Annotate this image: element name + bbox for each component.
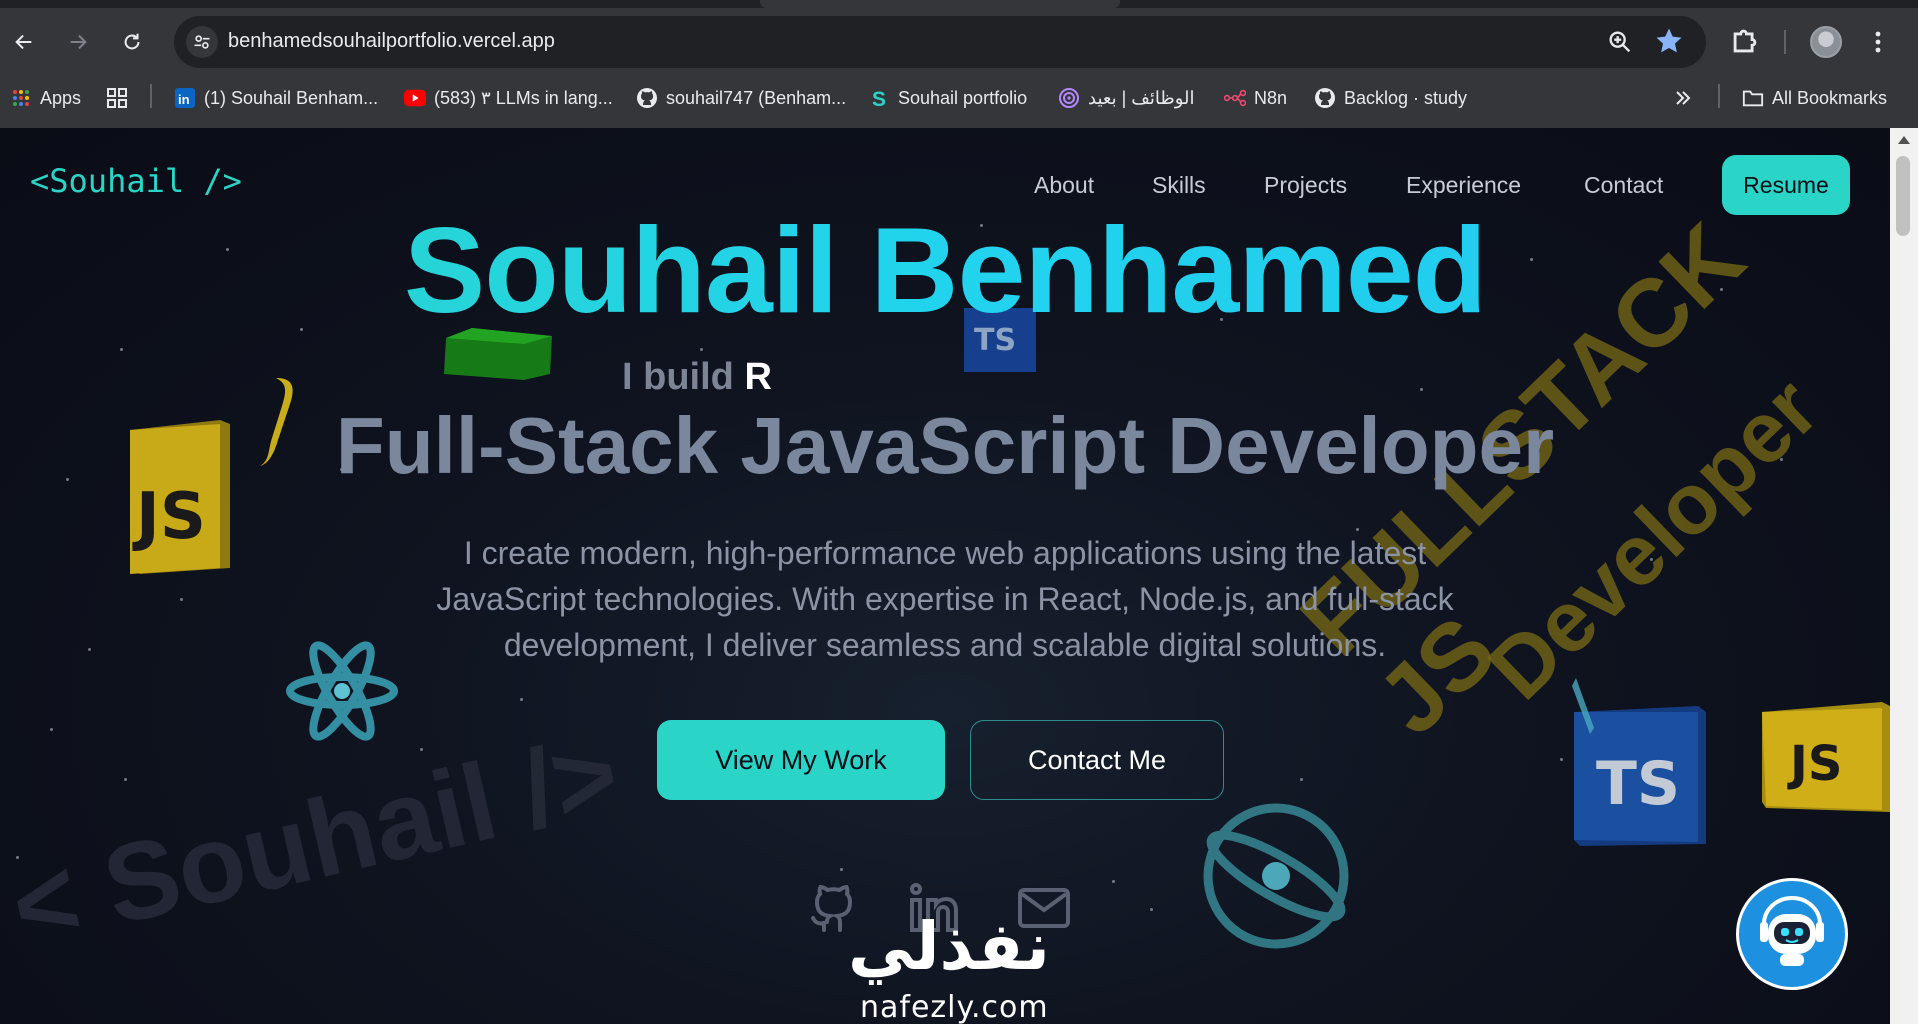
- github-icon: [636, 87, 658, 109]
- page-scrollbar[interactable]: [1890, 128, 1918, 1024]
- zoom-icon[interactable]: [1606, 28, 1634, 56]
- nav-projects[interactable]: Projects: [1264, 172, 1347, 199]
- nafezly-watermark-domain: nafezly.com: [860, 990, 1049, 1024]
- arrow-left-icon: [15, 34, 32, 50]
- bookmark-label: Souhail portfolio: [898, 87, 1028, 108]
- typing-prefix: I build: [622, 356, 745, 398]
- star-dot: [1420, 388, 1423, 391]
- svg-text:in: in: [178, 92, 190, 107]
- bookmark-label: (1) Souhail Benham...: [204, 87, 379, 108]
- curly-brace-3d-icon: [1572, 678, 1594, 734]
- js-cube-icon: JS: [1762, 702, 1890, 812]
- star-dot: [1300, 778, 1303, 781]
- star-dot: [1150, 908, 1153, 911]
- orbit-sphere-icon: [1203, 803, 1349, 949]
- github-icon: [1314, 87, 1336, 109]
- star-dot: [700, 348, 703, 351]
- apps-grid-icon: [10, 87, 32, 109]
- menu-kebab-icon[interactable]: [1866, 26, 1890, 58]
- folder-icon: [1742, 87, 1764, 109]
- chevron-double-right-icon: [1672, 87, 1694, 109]
- view-my-work-button[interactable]: View My Work: [657, 720, 945, 800]
- bookmark-label: N8n: [1254, 87, 1288, 108]
- bookmark-apps[interactable]: Apps: [10, 84, 81, 112]
- background-watermark: < Souhail />: [0, 711, 630, 970]
- nav-about[interactable]: About: [1034, 172, 1094, 199]
- reload-icon: [124, 33, 140, 50]
- robot-icon: [1760, 896, 1824, 966]
- contact-me-button[interactable]: Contact Me: [970, 720, 1224, 800]
- bookmark-linkedin[interactable]: in (1) Souhail Benham...: [174, 84, 378, 112]
- scrollbar-thumb[interactable]: [1896, 156, 1910, 236]
- star-dot: [88, 648, 91, 651]
- hero-role: Full-Stack JavaScript Developer: [335, 401, 1555, 490]
- bookmark-backlog-study[interactable]: Backlog · study: [1314, 84, 1467, 112]
- arrow-right-icon: [70, 34, 87, 50]
- bookmark-label: souhail747 (Benham...: [666, 87, 847, 108]
- forward-button[interactable]: [60, 24, 96, 60]
- react-atom-icon: [286, 641, 398, 741]
- tab-groups-icon: [106, 87, 128, 109]
- typing-line: I build R: [622, 356, 772, 399]
- bookmark-label: Backlog · study: [1344, 87, 1468, 108]
- bookmark-label: الوظائف | بعيد: [1088, 87, 1195, 108]
- radar-icon: [1058, 87, 1080, 109]
- scroll-up-arrow-icon[interactable]: [1898, 136, 1910, 144]
- linkedin-icon: in: [174, 87, 196, 109]
- bookmark-divider: [150, 84, 152, 108]
- site-logo[interactable]: <Souhail />: [30, 162, 242, 200]
- star-dot: [180, 598, 183, 601]
- bookmark-label: Apps: [40, 87, 82, 108]
- toolbar-divider: [1784, 30, 1786, 54]
- n8n-icon: [1224, 87, 1246, 109]
- bookmark-all-bookmarks[interactable]: All Bookmarks: [1742, 84, 1887, 112]
- bookmark-divider: [1718, 84, 1720, 108]
- bookmark-souhail-portfolio[interactable]: S Souhail portfolio: [868, 84, 1027, 112]
- star-dot: [840, 868, 843, 871]
- youtube-icon: [404, 87, 426, 109]
- back-button[interactable]: [6, 24, 42, 60]
- star-dot: [124, 778, 127, 781]
- bookmark-label: All Bookmarks: [1772, 87, 1888, 108]
- s-logo-icon: S: [868, 87, 890, 109]
- profile-avatar[interactable]: [1810, 26, 1842, 58]
- typing-text: R: [744, 356, 772, 398]
- nav-skills[interactable]: Skills: [1152, 172, 1206, 199]
- browser-chrome: benhamedsouhailportfolio.vercel.app Apps…: [0, 0, 1918, 128]
- bookmark-remote-jobs[interactable]: الوظائف | بعيد: [1058, 84, 1195, 112]
- address-bar[interactable]: benhamedsouhailportfolio.vercel.app: [174, 16, 1706, 68]
- bookmark-n8n[interactable]: N8n: [1224, 84, 1287, 112]
- star-dot: [520, 698, 523, 701]
- portfolio-page: < Souhail /> FULLSTACK JS Developer JS T…: [0, 128, 1890, 1024]
- bookmark-tab-groups[interactable]: [106, 84, 128, 112]
- js-badge-text: JS: [1787, 736, 1842, 792]
- bookmark-youtube[interactable]: (583) ٣ LLMs in lang...: [404, 84, 613, 112]
- star-dot: [1112, 880, 1115, 883]
- star-dot: [50, 728, 53, 731]
- bookmark-label: (583) ٣ LLMs in lang...: [434, 87, 613, 108]
- reload-button[interactable]: [114, 24, 150, 60]
- hero-description: I create modern, high-performance web ap…: [436, 535, 1454, 663]
- nafezly-watermark-arabic: نفذلي: [848, 908, 1050, 985]
- site-info-icon[interactable]: [186, 26, 218, 58]
- bookmark-star-icon[interactable]: [1654, 26, 1684, 56]
- active-tab-edge[interactable]: [760, 0, 1120, 8]
- tab-strip: [0, 0, 1918, 8]
- svg-text:S: S: [872, 88, 886, 109]
- bookmark-github-profile[interactable]: souhail747 (Benham...: [636, 84, 846, 112]
- extensions-icon[interactable]: [1728, 24, 1762, 58]
- star-dot: [1560, 758, 1563, 761]
- nav-experience[interactable]: Experience: [1406, 172, 1521, 199]
- url-text[interactable]: benhamedsouhailportfolio.vercel.app: [228, 30, 555, 53]
- ts-badge-text: TS: [1596, 749, 1680, 819]
- star-dot: [120, 348, 123, 351]
- bookmarks-overflow-button[interactable]: [1672, 84, 1694, 112]
- chatbot-button[interactable]: [1736, 878, 1848, 990]
- nav-contact[interactable]: Contact: [1584, 172, 1663, 199]
- hero-name: Souhail Benhamed: [0, 200, 1890, 340]
